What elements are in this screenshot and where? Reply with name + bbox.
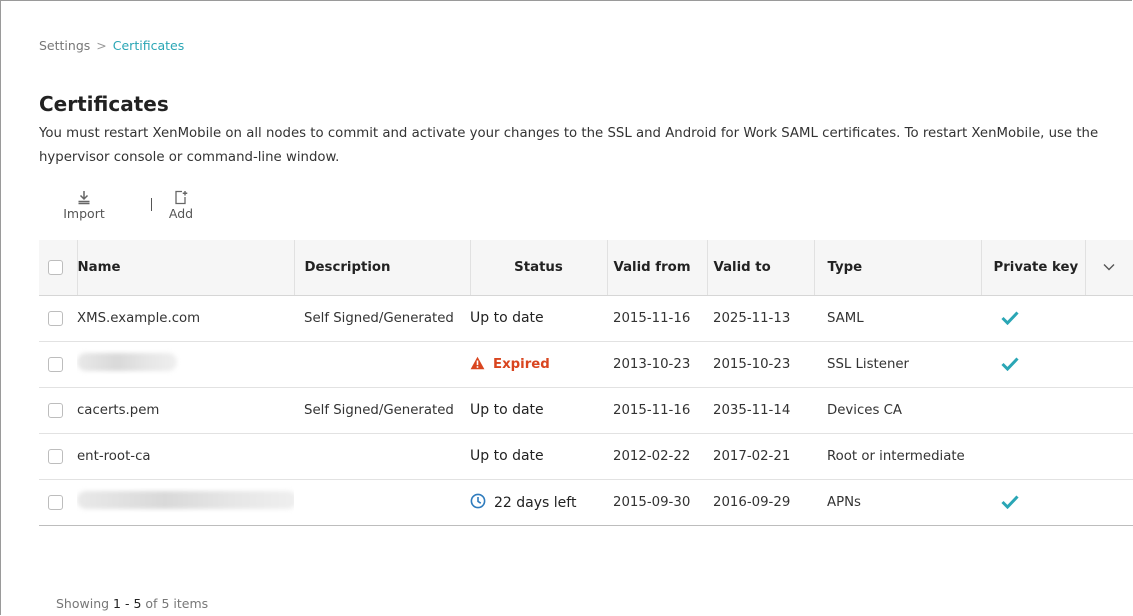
cell-valid-from: 2015-09-30 (607, 479, 707, 526)
column-header-valid-from[interactable]: Valid from (606, 240, 707, 296)
cell-name: cacerts.pem (77, 387, 294, 434)
redacted-name (77, 491, 294, 509)
redacted-name (77, 353, 177, 371)
cell-type: Root or intermediate (814, 433, 981, 480)
cell-description: Self Signed/Generated (294, 387, 470, 434)
column-header-private-key[interactable]: Private key (980, 240, 1085, 296)
cell-valid-to: 2035-11-14 (707, 387, 814, 434)
cell-valid-to: 2015-10-23 (707, 341, 814, 388)
page-description: You must restart XenMobile on all nodes … (39, 126, 1099, 165)
column-header-name[interactable]: Name (76, 240, 294, 296)
showing-range: 1 - 5 (113, 596, 142, 611)
status-text: Up to date (470, 448, 544, 464)
warning-icon (470, 356, 485, 370)
cell-private-key (981, 433, 1085, 480)
cell-type: APNs (814, 479, 981, 526)
download-icon (78, 191, 90, 205)
select-all-cell (39, 240, 77, 296)
cell-type: SSL Listener (814, 341, 981, 388)
row-checkbox[interactable] (48, 402, 63, 418)
cell-name: ent-root-ca (77, 433, 294, 480)
table-row[interactable]: ent-root-ca Up to date 2012-02-22 2017-0… (39, 433, 1133, 480)
add-file-icon (175, 190, 188, 205)
cell-valid-from: 2015-11-16 (607, 295, 707, 342)
breadcrumb-separator: > (96, 38, 107, 53)
add-button[interactable]: Add (156, 190, 206, 221)
of-label: of (145, 596, 158, 611)
table-header-row: Name Description Status Valid from Valid… (39, 240, 1133, 296)
row-checkbox[interactable] (48, 494, 63, 510)
row-checkbox[interactable] (48, 356, 63, 372)
showing-label: Showing (56, 596, 110, 611)
cell-name (77, 479, 294, 526)
import-label: Import (63, 206, 105, 221)
checkmark-icon (1001, 357, 1019, 371)
cell-description: Self Signed/Generated (294, 295, 470, 342)
cell-valid-to: 2017-02-21 (707, 433, 814, 480)
status-text: Up to date (470, 402, 544, 418)
cell-description (294, 433, 470, 480)
cell-name (77, 341, 294, 388)
cell-valid-to: 2016-09-29 (707, 479, 814, 526)
checkmark-icon (1001, 311, 1019, 325)
column-menu-cell (1084, 240, 1133, 296)
clock-icon (470, 493, 486, 509)
cell-private-key (981, 479, 1085, 526)
breadcrumb: Settings > Certificates (39, 38, 184, 53)
pagination-summary: Showing 1 - 5 of 5 items (56, 596, 208, 611)
cell-valid-from: 2015-11-16 (607, 387, 707, 434)
cell-type: SAML (814, 295, 981, 342)
add-label: Add (168, 206, 194, 221)
cell-private-key (981, 341, 1085, 388)
import-button[interactable]: Import (59, 190, 109, 221)
select-all-checkbox[interactable] (48, 259, 63, 275)
breadcrumb-settings-link[interactable]: Settings (39, 38, 90, 53)
cell-valid-from: 2012-02-22 (607, 433, 707, 480)
cell-name: XMS.example.com (77, 295, 294, 342)
cell-description (294, 479, 470, 526)
breadcrumb-current[interactable]: Certificates (113, 38, 184, 53)
table-row[interactable]: Expired 2013-10-23 2015-10-23 SSL Listen… (39, 341, 1133, 388)
row-checkbox[interactable] (48, 448, 63, 464)
status-text: Up to date (470, 310, 544, 326)
cell-description (294, 341, 470, 388)
chevron-down-icon[interactable] (1103, 263, 1115, 271)
status-text: Expired (493, 357, 550, 372)
cell-valid-from: 2013-10-23 (607, 341, 707, 388)
column-header-description[interactable]: Description (293, 240, 470, 296)
row-checkbox[interactable] (48, 310, 63, 326)
status-text: 22 days left (494, 495, 577, 511)
column-header-valid-to[interactable]: Valid to (706, 240, 814, 296)
cell-valid-to: 2025-11-13 (707, 295, 814, 342)
cell-private-key (981, 387, 1085, 434)
table-row[interactable]: cacerts.pem Self Signed/Generated Up to … (39, 387, 1133, 434)
certificates-table: Name Description Status Valid from Valid… (39, 240, 1133, 526)
cell-private-key (981, 295, 1085, 342)
checkmark-icon (1001, 495, 1019, 509)
table-row[interactable]: XMS.example.com Self Signed/Generated Up… (39, 295, 1133, 342)
column-header-status[interactable]: Status (469, 240, 607, 296)
cell-type: Devices CA (814, 387, 981, 434)
total-count: 5 items (161, 596, 209, 611)
page-title: Certificates (39, 92, 169, 116)
column-header-type[interactable]: Type (813, 240, 981, 296)
table-row[interactable]: 22 days left 2015-09-30 2016-09-29 APNs (39, 479, 1133, 526)
toolbar-divider (151, 198, 152, 211)
